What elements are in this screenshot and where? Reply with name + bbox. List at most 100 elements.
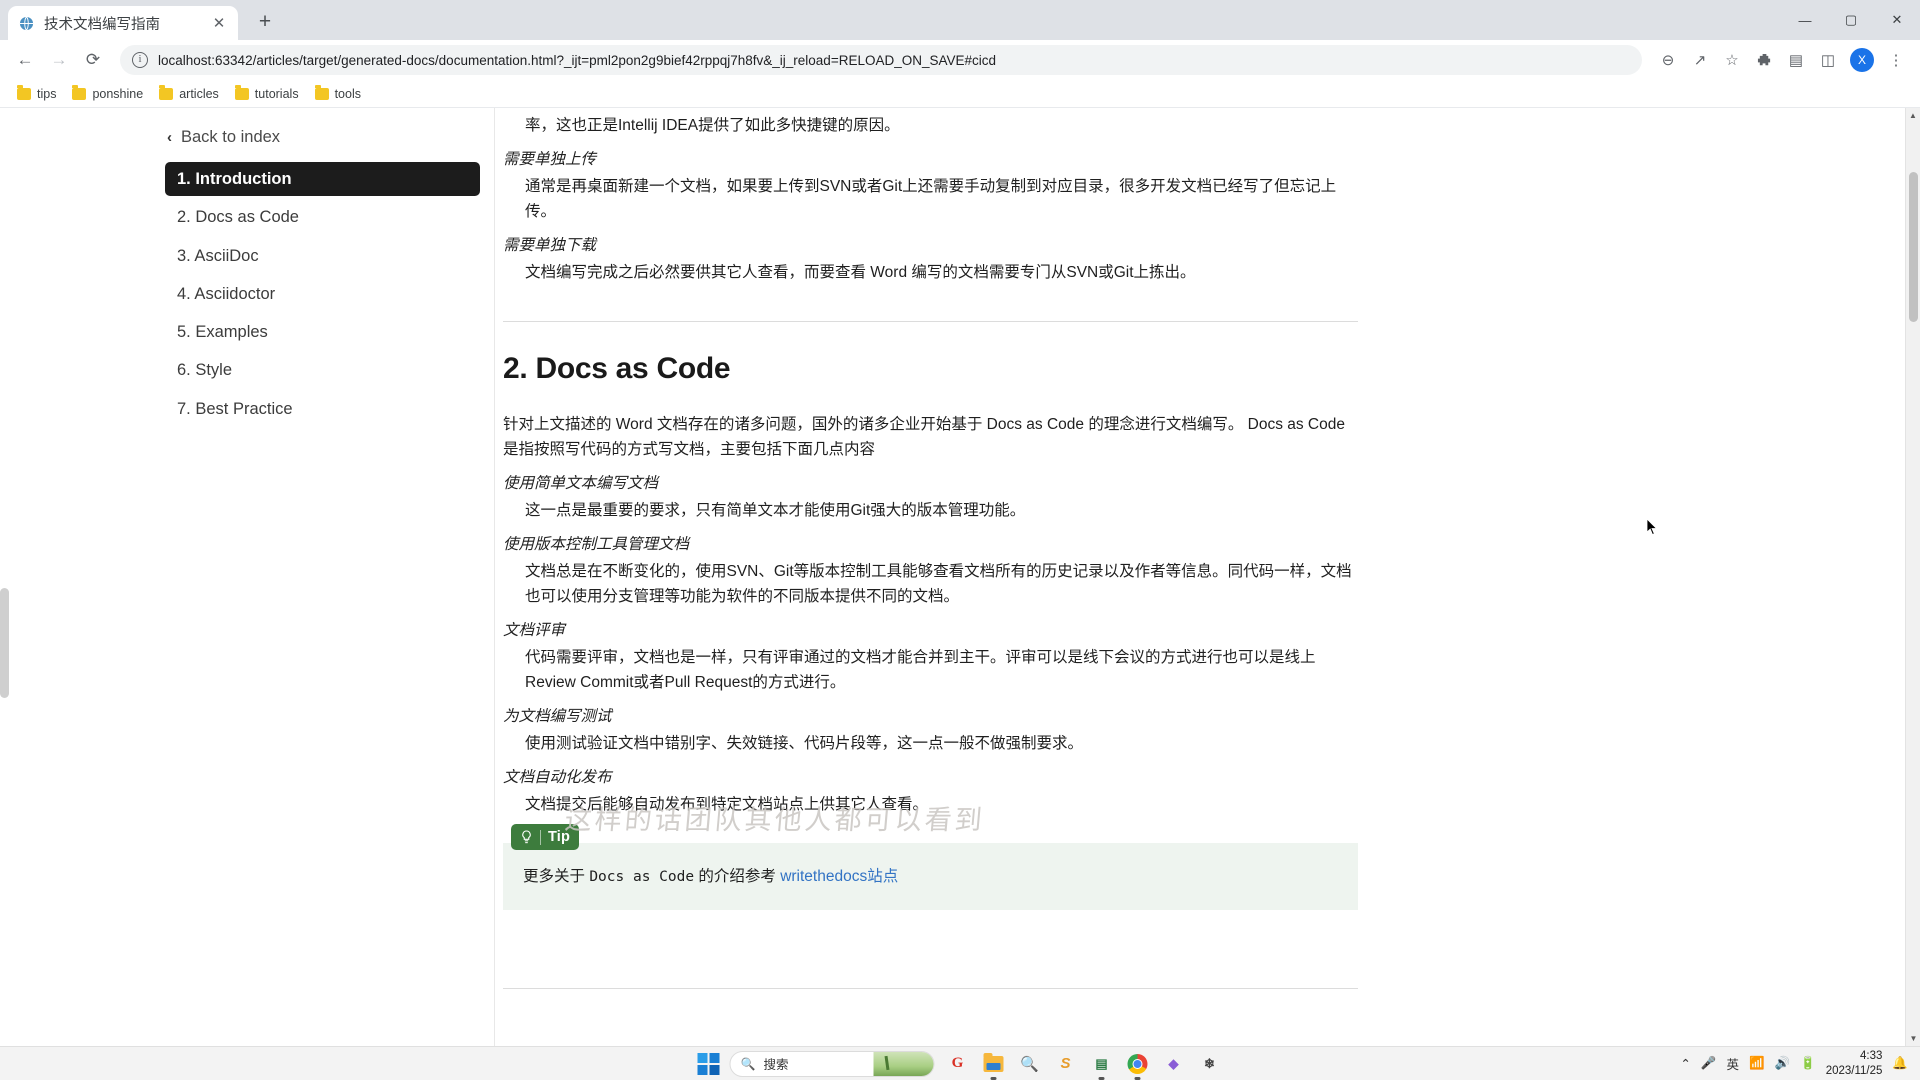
folder-icon (314, 85, 329, 100)
share-icon[interactable]: ↗ (1686, 46, 1714, 74)
bookmark-label: tips (37, 86, 57, 101)
handwritten-annotation: 这样的话团队其他人都可以看到 (563, 805, 987, 835)
folder-icon (17, 85, 31, 100)
bookmark-item[interactable]: ponshine (65, 84, 150, 104)
battery-icon[interactable]: 🔋 (1800, 1056, 1816, 1071)
minimize-button[interactable]: — (1782, 0, 1828, 40)
sidebar-item-examples[interactable]: 5. Examples (165, 315, 485, 349)
bookmark-label: ponshine (92, 86, 144, 101)
mouse-cursor (1646, 518, 1658, 536)
sidebar-item-introduction[interactable]: 1. Introduction (165, 162, 480, 197)
taskbar-app-everything-search[interactable]: 🔍 (1017, 1051, 1043, 1077)
reload-button[interactable]: ⟳ (78, 45, 108, 75)
zoom-icon[interactable]: ⊖ (1654, 46, 1682, 74)
back-button[interactable]: ← (10, 45, 40, 75)
badge-divider (540, 829, 541, 845)
term-upload: 需要单独上传 (503, 151, 597, 169)
taskbar-app-eight[interactable]: ❄ (1197, 1051, 1223, 1077)
new-tab-button[interactable]: + (248, 5, 282, 39)
taskbar-clock[interactable]: 4:33 2023/11/25 (1826, 1049, 1883, 1078)
sidebar-item-asciidoc[interactable]: 3. AsciiDoc (165, 239, 485, 273)
microphone-icon[interactable]: 🎤 (1701, 1056, 1717, 1071)
running-indicator (990, 1077, 997, 1080)
taskbar-app-chrome[interactable] (1125, 1051, 1151, 1080)
taskbar-app-seven[interactable]: ◆ (1161, 1051, 1187, 1077)
address-bar[interactable]: i localhost:63342/articles/target/genera… (120, 45, 1642, 75)
bookmark-star-icon[interactable]: ☆ (1718, 46, 1746, 74)
url-text: localhost:63342/articles/target/generate… (158, 52, 997, 68)
browser-toolbar: ← → ⟳ i localhost:63342/articles/target/… (0, 40, 1920, 80)
lightbulb-icon (522, 829, 531, 843)
folder-icon (72, 85, 87, 100)
bookmark-label: tools (334, 86, 361, 101)
reading-list-icon[interactable]: ▤ (1782, 46, 1810, 74)
top-paragraph: 率，这也正是Intellij IDEA提供了如此多快捷键的原因。 (525, 117, 900, 134)
bookmark-item[interactable]: tools (308, 84, 368, 104)
taskbar-app-terminal[interactable]: ▤ (1089, 1051, 1115, 1080)
system-tray: ⌃ 🎤 英 📶 🔊 🔋 4:33 2023/11/25 🔔 (1680, 1047, 1920, 1080)
taskbar-app-wechat[interactable]: G (945, 1051, 971, 1077)
term-plaintext-desc: 这一点是最重要的要求，只有简单文本才能使用Git强大的版本管理功能。 (525, 502, 1026, 520)
taskbar-search-input[interactable]: 🔍 搜索 (729, 1050, 935, 1077)
sidebar-item-asciidoctor[interactable]: 4. Asciidoctor (165, 277, 485, 311)
extensions-icon[interactable] (1750, 46, 1778, 74)
sidebar-item-best-practice[interactable]: 7. Best Practice (165, 392, 485, 426)
left-scroll-artifact[interactable] (0, 588, 9, 698)
bookmark-item[interactable]: tips (10, 84, 63, 104)
term-download: 需要单独下载 (503, 237, 597, 255)
chevron-up-icon[interactable]: ⌃ (1680, 1056, 1690, 1071)
bell-icon[interactable]: 🔔 (1892, 1056, 1908, 1071)
term-vcs: 使用版本控制工具管理文档 (503, 536, 690, 554)
page-title: 2. Docs as Code (503, 352, 731, 386)
bookmark-item[interactable]: articles (152, 84, 226, 104)
bookmark-item[interactable]: tutorials (228, 84, 306, 104)
term-test: 为文档编写测试 (503, 708, 612, 726)
windows-start-icon[interactable] (697, 1052, 720, 1075)
close-window-button[interactable]: ✕ (1874, 0, 1920, 40)
bookmark-label: articles (179, 86, 219, 101)
term-plaintext: 使用简单文本编写文档 (503, 475, 659, 493)
section-intro: 针对上文描述的 Word 文档存在的诸多问题，国外的诸多企业开始基于 Docs … (503, 416, 1345, 459)
browser-tab[interactable]: 技术文档编写指南 ✕ (8, 6, 238, 40)
scroll-up-arrow[interactable]: ▲ (1906, 108, 1920, 123)
scrollbar-thumb[interactable] (1909, 172, 1918, 322)
back-to-index-label: Back to index (181, 128, 281, 146)
sidebar-item-style[interactable]: 6. Style (165, 353, 485, 387)
maximize-button[interactable]: ▢ (1828, 0, 1874, 40)
close-icon[interactable]: ✕ (210, 14, 228, 32)
chrome-icon (1127, 1053, 1148, 1074)
volume-icon[interactable]: 🔊 (1775, 1056, 1791, 1071)
ime-indicator[interactable]: 英 (1726, 1054, 1739, 1073)
bookmarks-bar: tips ponshine articles tutorials tools (0, 80, 1920, 108)
term-upload-desc: 通常是再桌面新建一个文档，如果要上传到SVN或者Git上还需要手动复制到对应目录… (525, 177, 1337, 221)
back-to-index-link[interactable]: ‹ Back to index (165, 122, 485, 153)
folder-icon (983, 1052, 1004, 1072)
browser-menu-icon[interactable]: ⋮ (1882, 46, 1910, 74)
profile-avatar[interactable]: X (1850, 48, 1874, 72)
clock-date: 2023/11/25 (1825, 1064, 1883, 1077)
page-scrollbar[interactable]: ▲ ▼ (1905, 108, 1920, 1046)
site-info-icon[interactable]: i (132, 52, 148, 68)
bottom-divider (503, 987, 1358, 989)
sidebar-item-docs-as-code[interactable]: 2. Docs as Code (165, 200, 485, 234)
browser-window: 技术文档编写指南 ✕ + — ▢ ✕ ← → ⟳ i localhost:633… (0, 0, 1920, 1046)
folder-icon (159, 85, 174, 100)
scroll-down-arrow[interactable]: ▼ (1906, 1031, 1920, 1046)
term-review-desc: 代码需要评审，文档也是一样，只有评审通过的文档才能合并到主干。评审可以是线下会议… (525, 648, 1316, 692)
term-review: 文档评审 (503, 622, 566, 640)
term-vcs-desc: 文档总是在不断变化的，使用SVN、Git等版本控制工具能够查看文档所有的历史记录… (525, 562, 1352, 606)
taskbar-app-file-explorer[interactable] (981, 1051, 1007, 1080)
writethedocs-link[interactable]: writethedocs站点 (780, 868, 898, 885)
tip-code-text: Docs as Code (589, 869, 695, 885)
wifi-icon[interactable]: 📶 (1749, 1056, 1765, 1071)
bookmark-label: tutorials (254, 86, 299, 101)
toc-sidebar: ‹ Back to index 1. Introduction 2. Docs … (0, 108, 495, 1046)
page-viewport: ‹ Back to index 1. Introduction 2. Docs … (0, 108, 1920, 1046)
side-panel-icon[interactable]: ◫ (1814, 46, 1842, 74)
tip-body: 更多关于 Docs as Code 的介绍参考 writethedocs站点 (503, 843, 1358, 910)
tab-title: 技术文档编写指南 (44, 16, 160, 33)
taskbar-app-sublime-text[interactable]: S (1053, 1051, 1079, 1077)
document-content: 率，这也正是Intellij IDEA提供了如此多快捷键的原因。 需要单独上传 … (495, 108, 1920, 1046)
forward-button[interactable]: → (44, 45, 74, 75)
tip-admonition: Tip 更多关于 Docs as Code 的介绍参考 writethedocs… (503, 824, 1358, 910)
